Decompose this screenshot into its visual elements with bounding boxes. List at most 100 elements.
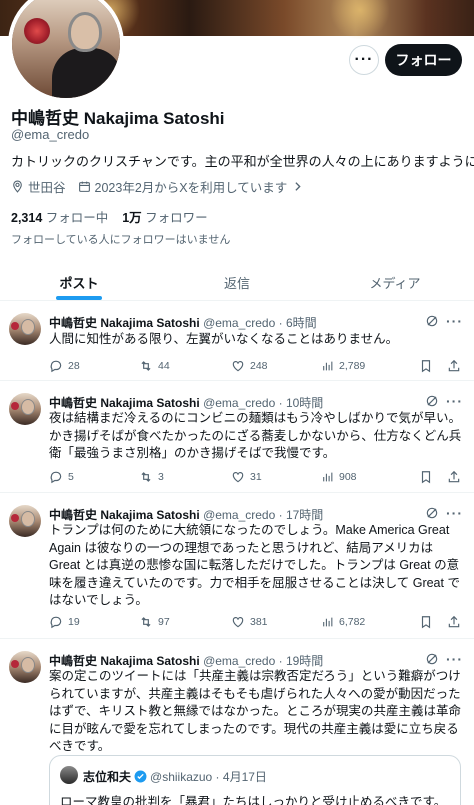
quote-avatar[interactable] — [60, 766, 78, 784]
retweet-button[interactable]: 44 — [139, 359, 170, 373]
share-icon[interactable] — [447, 359, 461, 373]
retweet-button[interactable]: 3 — [139, 470, 164, 484]
tweet-header: 中嶋哲史 Nakajima Satoshi @ema_credo · 6時間 — [49, 314, 317, 331]
share-icon[interactable] — [447, 615, 461, 629]
profile-meta: 世田谷 2023年2月からXを利用しています — [11, 177, 308, 196]
like-button[interactable]: 381 — [231, 615, 268, 629]
tab-media[interactable]: メディア — [316, 262, 474, 300]
more-icon[interactable]: ··· — [446, 652, 463, 666]
tab-label: 返信 — [223, 276, 250, 291]
share-icon[interactable] — [447, 470, 461, 484]
chevron-right-icon[interactable] — [291, 180, 304, 193]
like-button[interactable]: 248 — [231, 359, 268, 373]
tweet-header: 中嶋哲史 Nakajima Satoshi @ema_credo · 17時間 — [49, 506, 323, 523]
grok-icon[interactable] — [425, 394, 439, 408]
retweet-icon — [141, 472, 151, 482]
reply-icon — [50, 471, 62, 484]
reply-count: 28 — [68, 360, 80, 372]
views-button[interactable]: 6,782 — [321, 615, 365, 629]
profile-bio: カトリックのクリスチャンです。主の平和が全世界の人々の上にありますように。 — [11, 154, 474, 169]
tweet-author[interactable]: 中嶋哲史 Nakajima Satoshi — [49, 316, 200, 330]
heart-icon — [232, 472, 244, 483]
tweet-meta: @ema_credo · 10時間 — [203, 396, 324, 410]
views-button[interactable]: 908 — [321, 470, 357, 484]
retweet-count: 3 — [158, 471, 164, 483]
heart-icon — [232, 361, 244, 372]
reply-button[interactable]: 19 — [49, 615, 80, 629]
tweet-author[interactable]: 中嶋哲史 Nakajima Satoshi — [49, 396, 200, 410]
tweet-actions: 19 97 381 6,782 — [49, 615, 465, 631]
reply-icon — [50, 616, 62, 629]
mutual-followers-note: フォローしている人にフォロワーはいません — [11, 234, 231, 246]
tweet[interactable]: 中嶋哲史 Nakajima Satoshi @ema_credo · 10時間 … — [0, 380, 474, 492]
avatar[interactable] — [9, 393, 41, 425]
tweet-author[interactable]: 中嶋哲史 Nakajima Satoshi — [49, 508, 200, 522]
tweet-meta: @ema_credo · 17時間 — [203, 508, 324, 522]
followers-link[interactable]: 1万 フォロワー — [122, 211, 207, 225]
like-count: 248 — [250, 360, 268, 372]
tweet-meta: @ema_credo · 6時間 — [203, 316, 317, 330]
grok-icon[interactable] — [425, 314, 439, 328]
bookmark-icon[interactable] — [419, 615, 433, 629]
tweet-text: トランプは何のために大統領になったのでしょう。Make America Grea… — [49, 523, 460, 607]
reply-button[interactable]: 28 — [49, 359, 80, 373]
profile-avatar[interactable] — [8, 0, 124, 102]
tweet-text: 案の定このツイートには「共産主義は宗教否定だろう」という難癖がつけられていますが… — [49, 669, 462, 753]
profile-joined: 2023年2月からXを利用しています — [94, 181, 288, 195]
quote-meta: @shiikazuo · 4月17日 — [150, 770, 267, 784]
verified-badge-icon — [134, 770, 147, 783]
following-link[interactable]: 2,314 フォロー中 — [11, 211, 108, 225]
tab-replies[interactable]: 返信 — [158, 262, 316, 300]
grok-icon[interactable] — [425, 506, 439, 520]
quote-tweet[interactable]: 志位和夫 @shiikazuo · 4月17日 ローマ教皇の批判を「暴君」たちはし… — [49, 755, 461, 805]
avatar[interactable] — [9, 505, 41, 537]
reply-icon — [50, 360, 62, 373]
profile-location: 世田谷 — [28, 181, 66, 195]
grok-icon[interactable] — [425, 652, 439, 666]
reply-count: 19 — [68, 616, 80, 628]
tweet-author[interactable]: 中嶋哲史 Nakajima Satoshi — [49, 654, 200, 668]
more-icon[interactable]: ··· — [446, 314, 463, 328]
like-count: 381 — [250, 616, 268, 628]
more-icon[interactable]: ··· — [446, 394, 463, 408]
tweet-text: 人間に知性がある限り、左翼がいなくなることはありません。 — [49, 332, 399, 346]
followers-count: 1万 — [122, 211, 142, 225]
follow-button[interactable]: フォロー — [385, 44, 462, 76]
reply-button[interactable]: 5 — [49, 470, 74, 484]
bookmark-icon[interactable] — [419, 359, 433, 373]
following-count: 2,314 — [11, 211, 43, 225]
heart-icon — [232, 617, 244, 628]
tweet-actions: 28 44 248 2,789 — [49, 359, 465, 375]
following-label: フォロー中 — [45, 211, 109, 225]
tweet-text: 夜は結構まだ冷えるのにコンビニの麺類はもう冷やしばかりで気が早い。かき揚げそばが… — [49, 411, 462, 460]
tweet-header: 中嶋哲史 Nakajima Satoshi @ema_credo · 10時間 — [49, 394, 323, 411]
calendar-icon — [78, 181, 90, 192]
reply-count: 5 — [68, 471, 74, 483]
location-icon — [13, 180, 22, 193]
more-options-button[interactable]: ··· — [349, 45, 379, 75]
avatar[interactable] — [9, 313, 41, 345]
more-icon[interactable]: ··· — [446, 506, 463, 520]
banner-halo — [330, 0, 390, 40]
like-count: 31 — [250, 471, 262, 483]
views-icon — [323, 617, 333, 627]
avatar[interactable] — [9, 651, 41, 683]
quote-header: 志位和夫 @shiikazuo · 4月17日 — [83, 768, 267, 785]
tweet[interactable]: 中嶋哲史 Nakajima Satoshi @ema_credo · 6時間 ·… — [0, 300, 474, 380]
tweet-meta: @ema_credo · 19時間 — [203, 654, 324, 668]
tweet[interactable]: 中嶋哲史 Nakajima Satoshi @ema_credo · 17時間 … — [0, 492, 474, 638]
profile-handle: @ema_credo — [11, 127, 90, 142]
tab-posts[interactable]: ポスト — [0, 262, 158, 300]
follow-stats: 2,314 フォロー中 1万 フォロワー — [11, 207, 208, 226]
profile-name: 中嶋哲史 Nakajima Satoshi — [11, 109, 225, 128]
quote-text: ローマ教皇の批判を「暴君」たちはしっかりと受け止めるべきです。 — [60, 795, 447, 805]
bookmark-icon[interactable] — [419, 470, 433, 484]
like-button[interactable]: 31 — [231, 470, 262, 484]
retweet-icon — [141, 361, 151, 371]
retweet-count: 44 — [158, 360, 170, 372]
quote-author[interactable]: 志位和夫 — [83, 770, 131, 784]
retweet-button[interactable]: 97 — [139, 615, 170, 629]
view-count: 908 — [339, 471, 357, 483]
retweet-count: 97 — [158, 616, 170, 628]
views-button[interactable]: 2,789 — [321, 359, 365, 373]
